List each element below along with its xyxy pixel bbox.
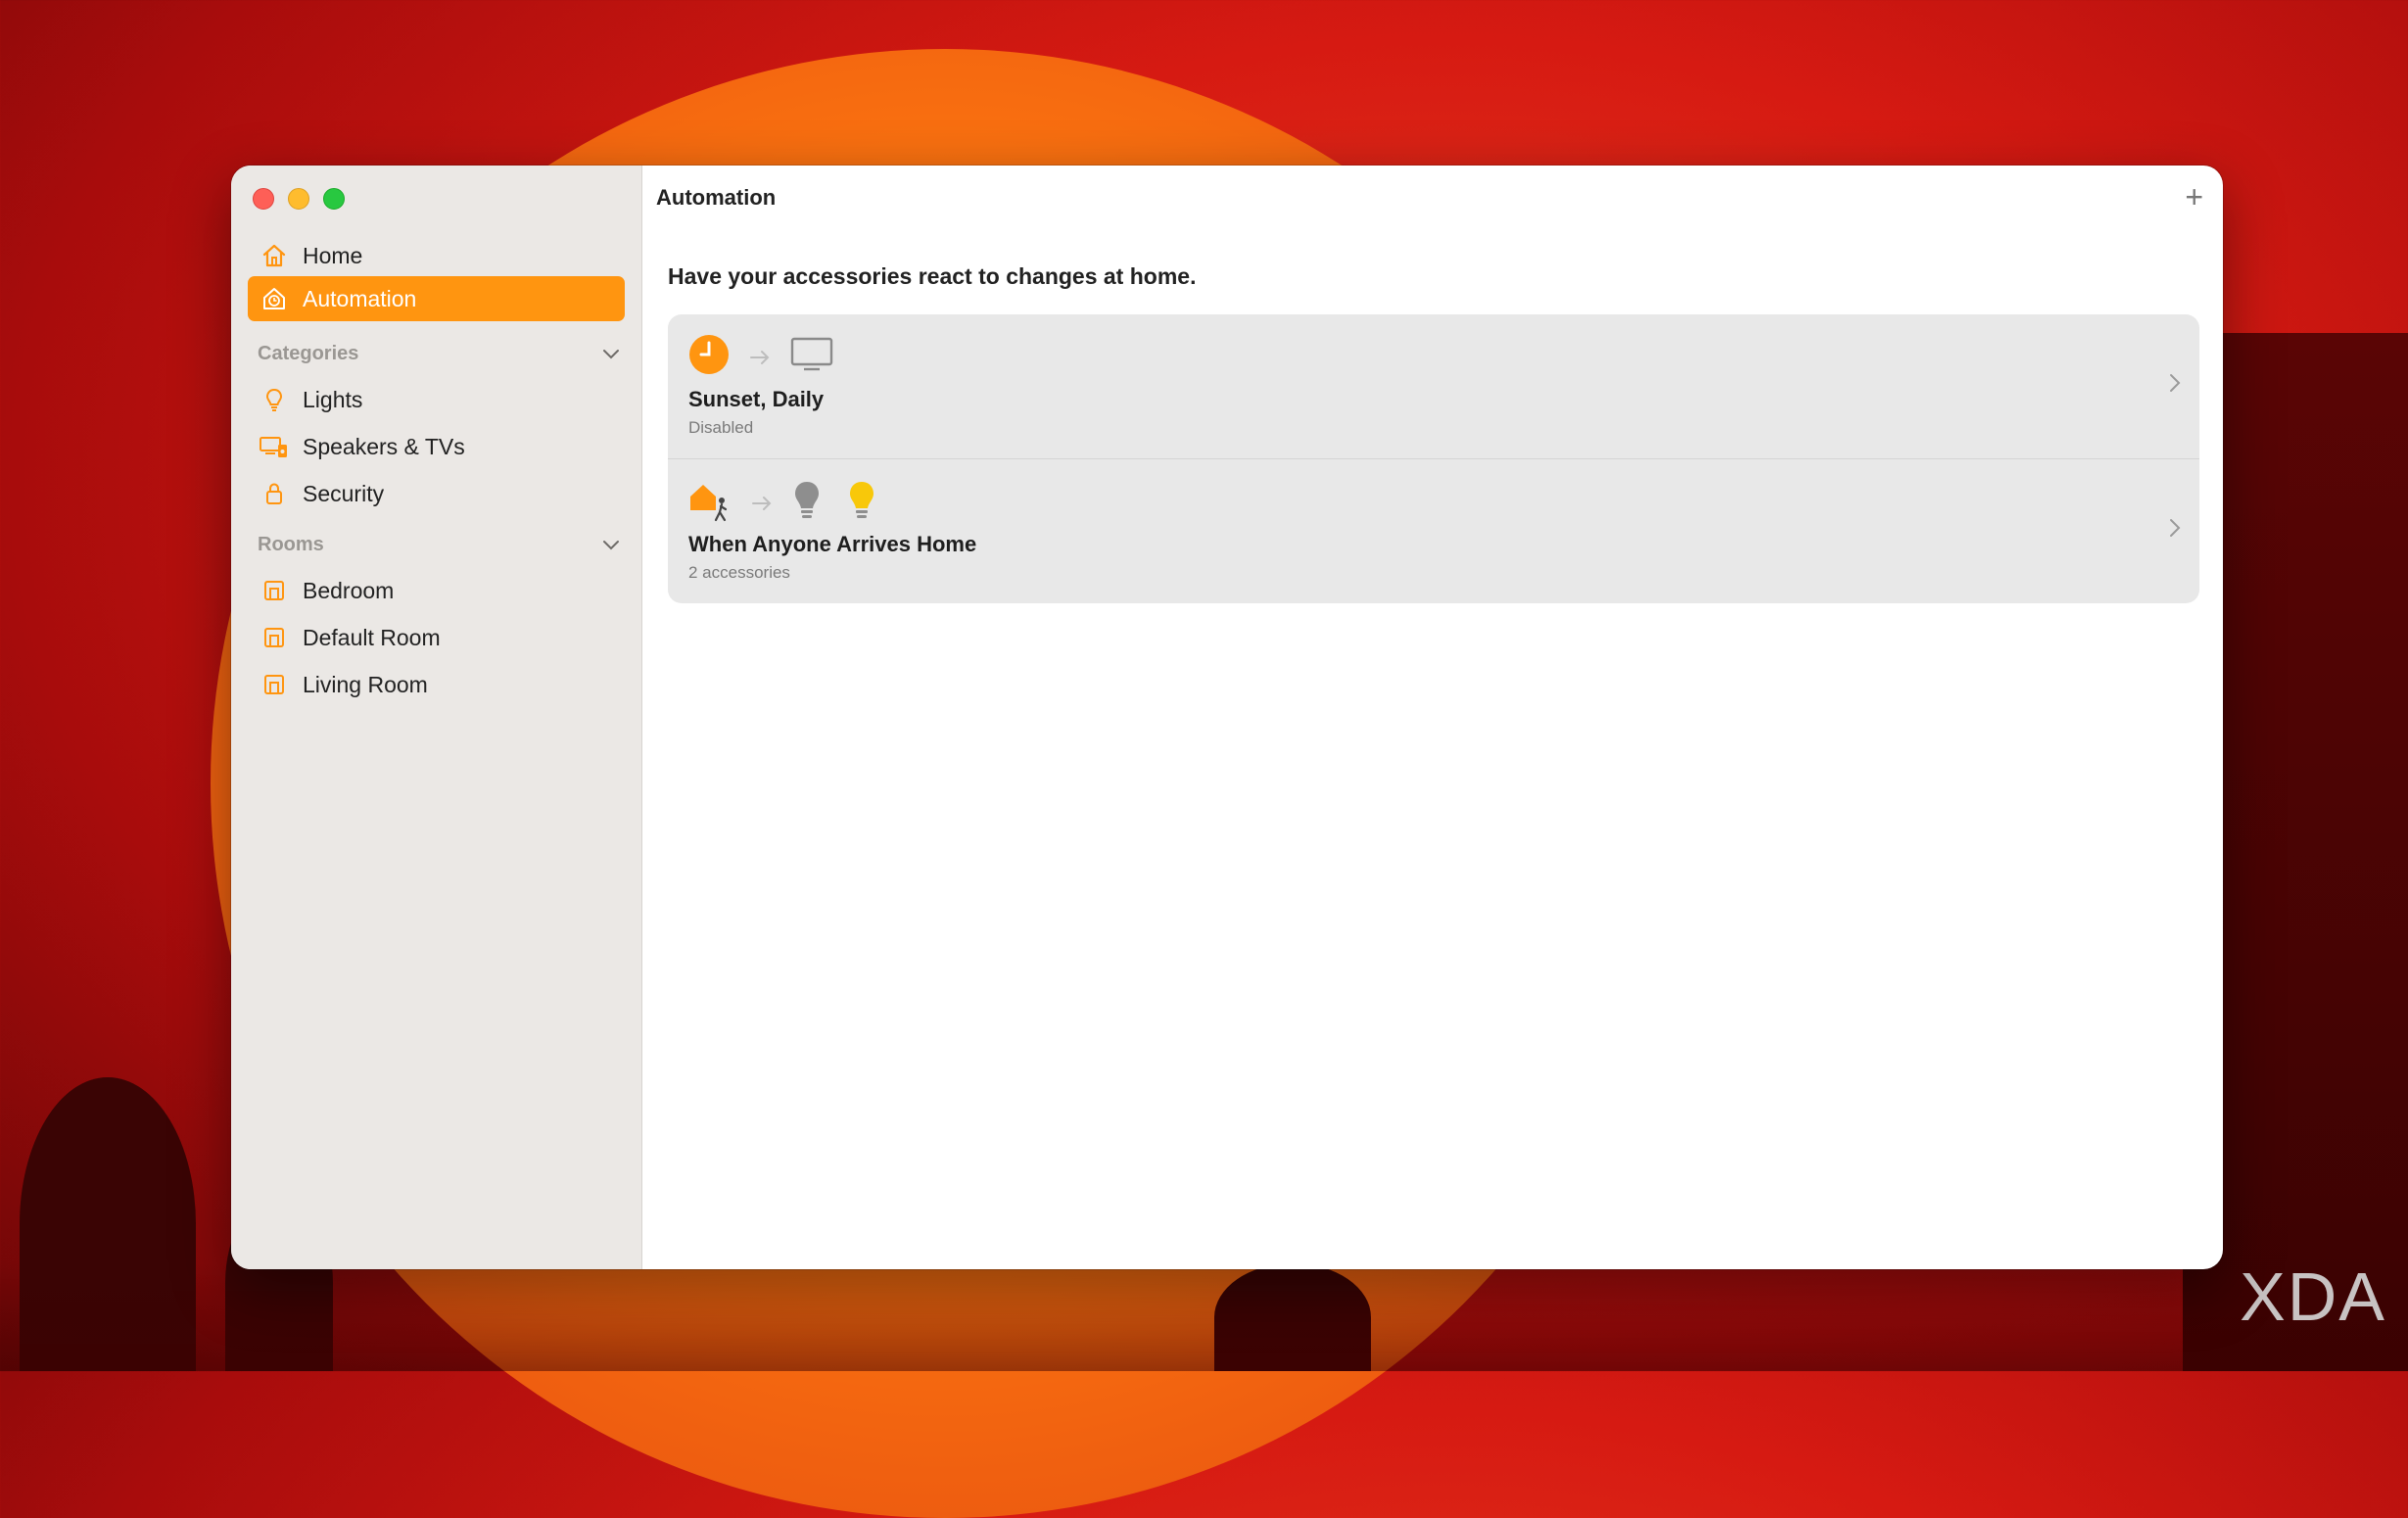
chevron-down-icon[interactable] [602,343,620,365]
automation-status: 2 accessories [688,563,790,582]
lightbulb-on-icon [847,480,876,526]
rooms-header-label: Rooms [258,533,324,555]
lightbulb-icon [260,385,289,414]
categories-section-header[interactable]: Categories [258,339,620,368]
lightbulb-off-icon [792,480,822,526]
sidebar-item-bedroom[interactable]: Bedroom [248,568,625,613]
room-icon [260,623,289,652]
sidebar-item-label: Security [303,480,385,506]
sidebar-item-label: Default Room [303,624,441,650]
sidebar-item-label: Speakers & TVs [303,433,465,459]
lock-icon [260,479,289,508]
sidebar-item-label: Lights [303,386,363,412]
automation-icons [688,334,833,380]
sidebar: Home Automation Categories Lights Speake… [231,166,642,1269]
sidebar-item-label: Living Room [303,671,428,697]
room-icon [260,576,289,605]
automation-row-sunset-daily[interactable]: Sunset, Daily Disabled [668,314,2199,458]
automation-subtitle: Have your accessories react to changes a… [668,263,1197,289]
main-content: Automation + Have your accessories react… [642,166,2223,1269]
sidebar-item-home[interactable]: Home [248,233,625,278]
arrow-right-icon [749,342,771,372]
page-title: Automation [656,185,777,210]
automation-title: When Anyone Arrives Home [688,532,977,556]
sidebar-item-security[interactable]: Security [248,471,625,516]
clock-icon [688,334,730,380]
clock-house-icon [260,284,289,313]
automation-title: Sunset, Daily [688,387,825,411]
rooms-section-header[interactable]: Rooms [258,530,620,559]
tv-icon [790,337,833,377]
add-automation-button[interactable]: + [2185,179,2203,215]
window-controls [253,188,345,210]
arrow-right-icon [751,488,773,518]
room-icon [260,670,289,699]
house-icon [260,241,289,270]
sidebar-item-living-room[interactable]: Living Room [248,662,625,707]
sidebar-item-default-room[interactable]: Default Room [248,615,625,660]
sidebar-item-speakers-tvs[interactable]: Speakers & TVs [248,424,625,469]
wallpaper-shade [0,1263,2408,1371]
sidebar-item-label: Bedroom [303,577,395,603]
chevron-right-icon [2168,514,2182,546]
minimize-window-button[interactable] [288,188,309,210]
chevron-right-icon [2168,369,2182,401]
tv-speaker-icon [260,432,289,461]
automations-list: Sunset, Daily Disabled When Anyone Arriv… [668,314,2199,603]
sidebar-item-lights[interactable]: Lights [248,377,625,422]
automation-icons [688,479,876,527]
sidebar-item-label: Home [303,242,363,268]
automation-status: Disabled [688,418,754,437]
close-window-button[interactable] [253,188,274,210]
sidebar-item-automation[interactable]: Automation [248,276,625,321]
xda-watermark: XDA [2240,1258,2386,1335]
chevron-down-icon[interactable] [602,534,620,556]
zoom-window-button[interactable] [323,188,345,210]
categories-header-label: Categories [258,342,359,364]
person-arrives-home-icon [688,479,732,527]
sidebar-item-label: Automation [303,285,417,311]
home-app-window: Home Automation Categories Lights Speake… [231,166,2223,1269]
automation-row-anyone-arrives[interactable]: When Anyone Arrives Home 2 accessories [668,458,2199,603]
